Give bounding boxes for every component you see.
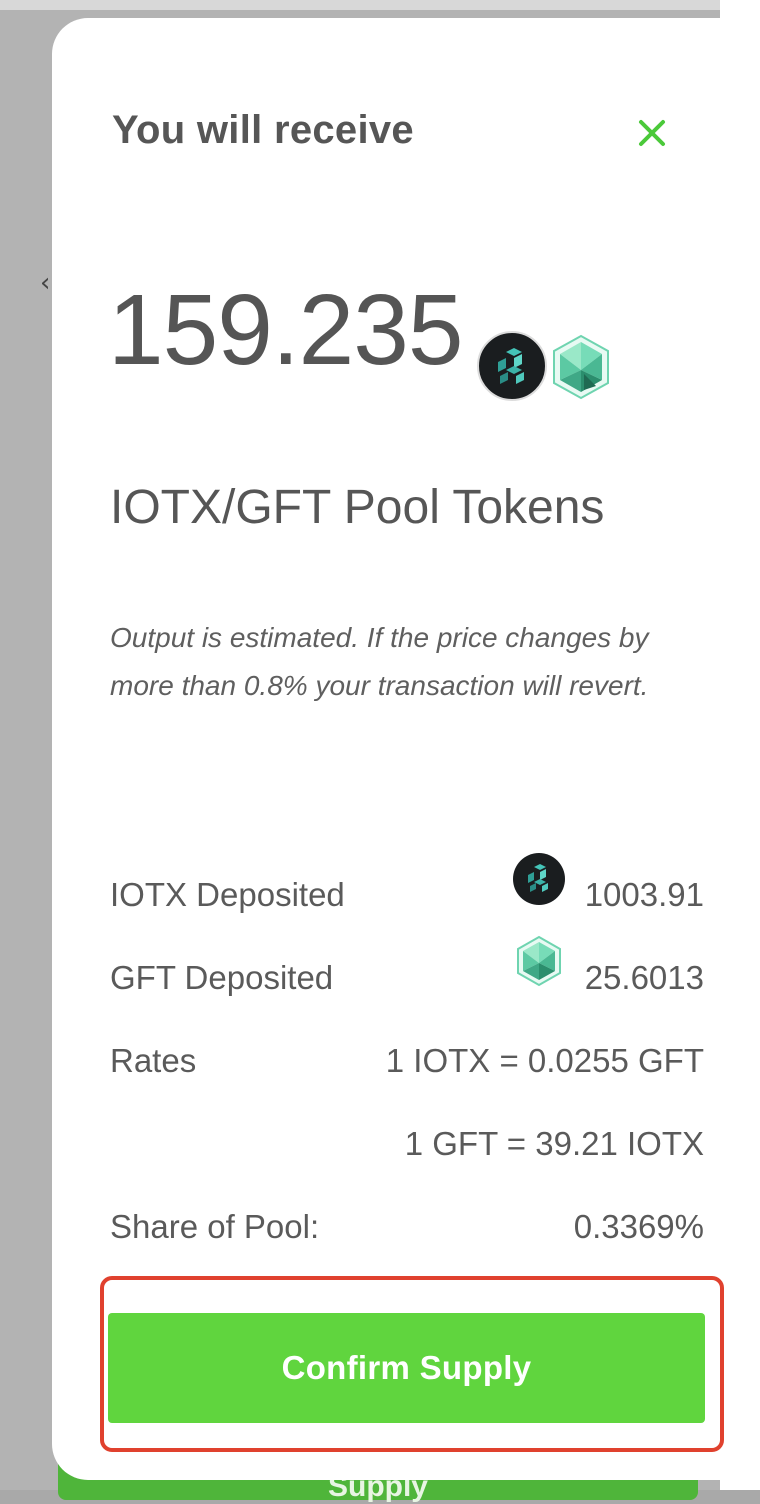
top-strip bbox=[0, 0, 760, 10]
iotx-token-icon bbox=[513, 853, 565, 905]
rate-iotx-to-gft: 1 IOTX = 0.0255 GFT bbox=[385, 1042, 704, 1079]
token-pair-icons bbox=[476, 330, 616, 406]
gft-deposited-label: GFT Deposited bbox=[110, 959, 334, 996]
pool-tokens-label: IOTX/GFT Pool Tokens bbox=[110, 481, 605, 534]
confirm-supply-button[interactable]: Confirm Supply bbox=[108, 1313, 705, 1423]
modal-title: You will receive bbox=[112, 108, 414, 152]
share-of-pool-value: 0.3369% bbox=[573, 1208, 704, 1245]
gft-deposited-value: 25.6013 bbox=[584, 959, 704, 996]
estimate-note: Output is estimated. If the price change… bbox=[110, 622, 649, 701]
iotx-deposited-label: IOTX Deposited bbox=[110, 876, 345, 913]
iotx-deposited-value: 1003.91 bbox=[584, 876, 704, 913]
share-of-pool-label: Share of Pool: bbox=[110, 1208, 320, 1245]
gft-token-icon bbox=[553, 334, 609, 400]
close-icon bbox=[639, 120, 665, 146]
pool-token-amount: 159.235 bbox=[108, 274, 463, 386]
close-button[interactable] bbox=[632, 113, 672, 153]
rates-label: Rates bbox=[110, 1042, 197, 1079]
confirm-supply-modal: You will receive 159.235 IOTX/GFT Pool T… bbox=[52, 18, 760, 1480]
rate-gft-to-iotx: 1 GFT = 39.21 IOTX bbox=[404, 1125, 704, 1162]
iotx-token-icon bbox=[477, 331, 547, 401]
gft-token-icon bbox=[517, 935, 561, 987]
